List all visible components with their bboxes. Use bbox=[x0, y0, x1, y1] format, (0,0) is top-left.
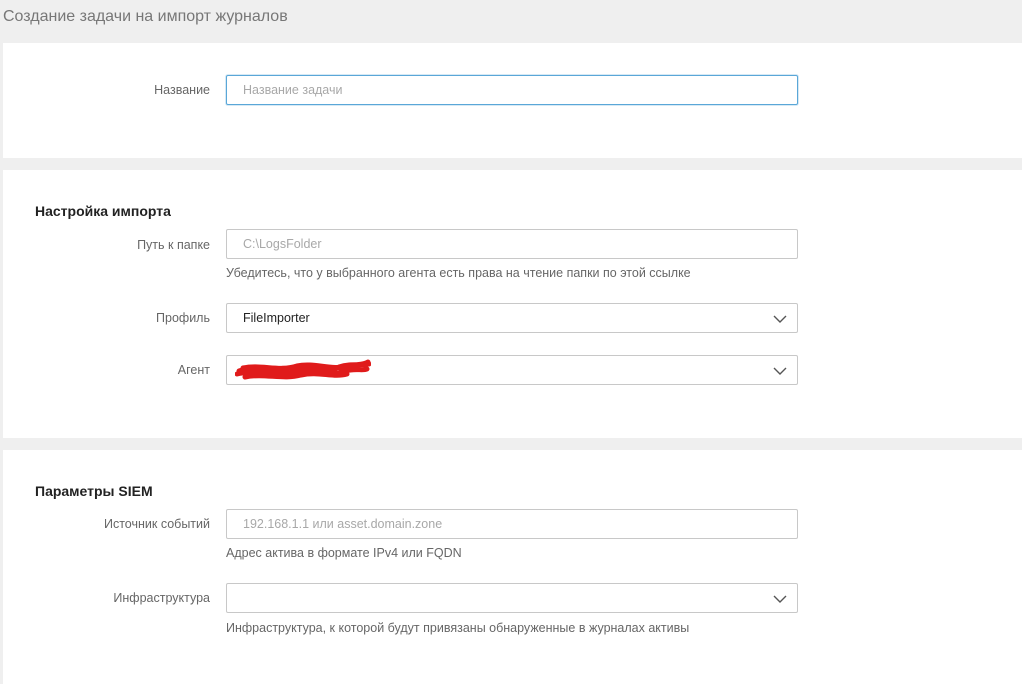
agent-label: Агент bbox=[177, 363, 210, 377]
redaction-scribble bbox=[235, 359, 371, 380]
folder-path-input[interactable] bbox=[226, 229, 798, 259]
profile-select-value: FileImporter bbox=[243, 311, 310, 325]
infrastructure-label: Инфраструктура bbox=[113, 591, 210, 605]
task-name-card: Название bbox=[3, 43, 1022, 158]
chevron-down-icon bbox=[773, 595, 787, 603]
chevron-down-icon bbox=[773, 367, 787, 375]
event-source-label: Источник событий bbox=[103, 517, 210, 531]
siem-params-card: Параметры SIEM Источник событий Адрес ак… bbox=[3, 450, 1022, 684]
name-label: Название bbox=[154, 83, 210, 97]
chevron-down-icon bbox=[773, 315, 787, 323]
import-settings-title: Настройка импорта bbox=[35, 203, 171, 219]
task-name-input[interactable] bbox=[226, 75, 798, 105]
infrastructure-select[interactable] bbox=[226, 583, 798, 613]
folder-path-label: Путь к папке bbox=[137, 238, 210, 252]
siem-params-title: Параметры SIEM bbox=[35, 483, 153, 499]
event-source-input[interactable] bbox=[226, 509, 798, 539]
page-title: Создание задачи на импорт журналов bbox=[3, 8, 288, 25]
folder-path-hint: Убедитесь, что у выбранного агента есть … bbox=[226, 266, 691, 280]
agent-select[interactable] bbox=[226, 355, 798, 385]
profile-select[interactable]: FileImporter bbox=[226, 303, 798, 333]
event-source-hint: Адрес актива в формате IPv4 или FQDN bbox=[226, 546, 462, 560]
profile-label: Профиль bbox=[156, 311, 210, 325]
infrastructure-hint: Инфраструктура, к которой будут привязан… bbox=[226, 621, 690, 635]
import-settings-card: Настройка импорта Путь к папке Убедитесь… bbox=[3, 170, 1022, 438]
